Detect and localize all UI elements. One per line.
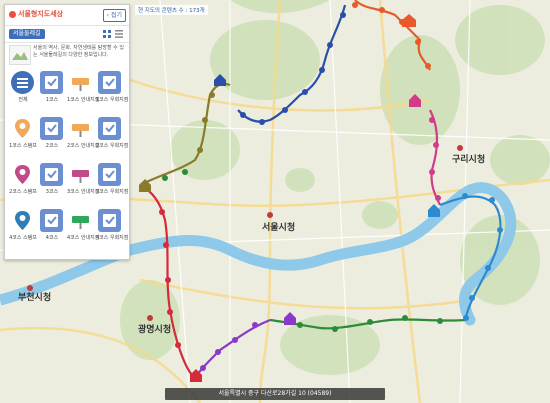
address-bar: 서울특별시 중구 다산로28가길 10 (04589)	[165, 388, 385, 400]
checkbox-icon	[40, 117, 63, 140]
checkbox-icon	[98, 117, 121, 140]
checkbox-icon	[98, 71, 121, 94]
grid-view-icon[interactable]	[103, 30, 111, 38]
logo-text: 서울형지도세상	[18, 10, 64, 18]
category-label: 2코스 안내지점	[67, 143, 100, 149]
pin-icon	[11, 209, 34, 232]
checkbox-icon	[98, 209, 121, 232]
checkbox-icon	[98, 163, 121, 186]
label-gwangmyeong-city-hall: 광명시청	[138, 323, 171, 335]
list-icon	[11, 71, 34, 94]
sign-icon	[69, 209, 92, 232]
category-item[interactable]: 4코스 안내지점	[67, 207, 100, 251]
panel-tabbar: 서울둘레길	[5, 26, 129, 43]
category-label: 2코스 스탬프	[9, 189, 37, 195]
category-item[interactable]: 3코스	[38, 161, 66, 205]
content-count-badge: 현 지도의 콘텐츠 수 : 173개	[135, 5, 208, 15]
category-label: 3코스 안내지점	[67, 189, 100, 195]
category-label: 3코스 우회지점	[96, 189, 129, 195]
category-item[interactable]: 1코스 안내지점	[67, 69, 100, 113]
sign-icon	[69, 117, 92, 140]
sign-icon	[69, 163, 92, 186]
layer-panel: 서울형지도세상 ‹ 접기 서울둘레길 서울의 역사, 문화, 자연생태를 탐방할…	[4, 4, 130, 260]
category-label: 2코스	[45, 143, 59, 149]
trail-thumbnail-icon	[9, 45, 31, 65]
intro-text: 서울의 역사, 문화, 자연생태를 탐방할 수 있는 서울둘레길의 다양한 정보…	[33, 45, 124, 58]
category-item[interactable]: 2코스 안내지점	[67, 115, 100, 159]
sign-icon	[69, 71, 92, 94]
checkbox-icon	[40, 209, 63, 232]
category-item[interactable]: 4코스	[38, 207, 66, 251]
label-seoul-city-hall: 서울시청	[262, 221, 295, 233]
category-item[interactable]: 2코스 우회지점	[96, 115, 129, 159]
category-label: 전체	[18, 97, 28, 103]
fold-button-label: 접기	[110, 12, 122, 19]
category-label: 4코스 스탬프	[9, 235, 37, 241]
category-label: 4코스	[45, 235, 59, 241]
tab-seoul-trail[interactable]: 서울둘레길	[9, 29, 45, 39]
category-label: 1코스	[45, 97, 59, 103]
category-item[interactable]: 1코스 우회지점	[96, 69, 129, 113]
category-label: 4코스 우회지점	[96, 235, 129, 241]
list-view-icon[interactable]	[115, 30, 123, 38]
category-label: 2코스 우회지점	[96, 143, 129, 149]
category-label: 3코스	[45, 189, 59, 195]
category-item[interactable]: 2코스 스탬프	[9, 161, 37, 205]
category-label: 1코스 우회지점	[96, 97, 129, 103]
logo-icon	[9, 11, 16, 18]
fold-button[interactable]: ‹ 접기	[102, 9, 126, 22]
checkbox-icon	[40, 71, 63, 94]
category-item[interactable]: 2코스	[38, 115, 66, 159]
category-item[interactable]: 4코스 스탬프	[9, 207, 37, 251]
category-item[interactable]: 1코스	[38, 69, 66, 113]
chevron-left-icon: ‹	[106, 12, 110, 19]
label-bucheon-city-hall: 부천시청	[18, 291, 51, 303]
pin-icon	[11, 163, 34, 186]
category-item[interactable]: 4코스 우회지점	[96, 207, 129, 251]
category-label: 1코스 안내지점	[67, 97, 100, 103]
label-guri-city-hall: 구리시청	[452, 153, 485, 165]
intro-section: 서울의 역사, 문화, 자연생태를 탐방할 수 있는 서울둘레길의 다양한 정보…	[9, 45, 125, 65]
category-label: 1코스 스탬프	[9, 143, 37, 149]
checkbox-icon	[40, 163, 63, 186]
category-item[interactable]: 3코스 우회지점	[96, 161, 129, 205]
panel-header: 서울형지도세상 ‹ 접기	[5, 5, 129, 26]
category-item[interactable]: 전체	[9, 69, 37, 113]
category-item[interactable]: 1코스 스탬프	[9, 115, 37, 159]
category-item[interactable]: 3코스 안내지점	[67, 161, 100, 205]
app-logo[interactable]: 서울형지도세상	[9, 9, 65, 21]
category-label: 4코스 안내지점	[67, 235, 100, 241]
pin-icon	[11, 117, 34, 140]
